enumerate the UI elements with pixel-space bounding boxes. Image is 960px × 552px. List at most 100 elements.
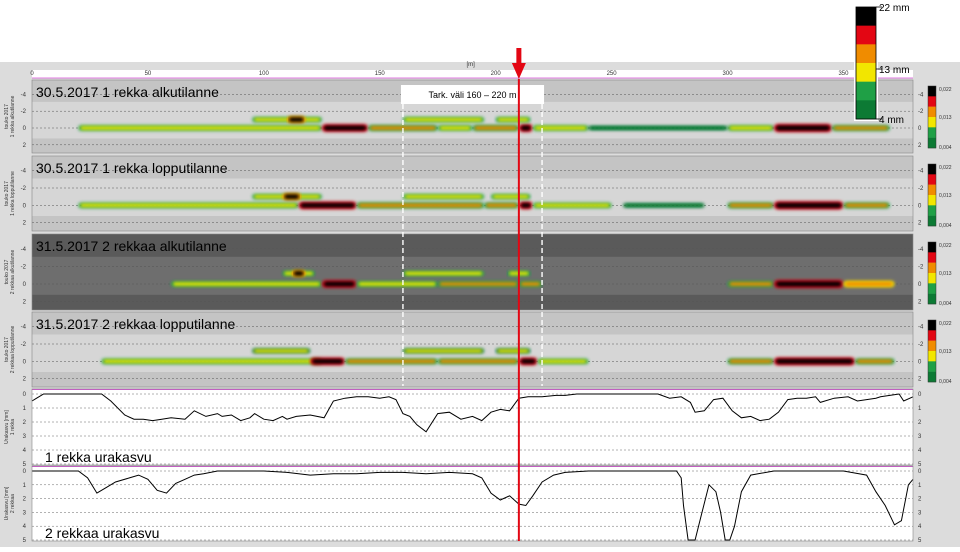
position-arrow-shaft — [516, 48, 522, 64]
colorbar-segment-3 — [928, 351, 936, 362]
heat-core-0-1 — [312, 358, 343, 364]
colorbar-segment-1 — [928, 252, 936, 263]
heat-core-0-4 — [520, 202, 531, 208]
x-tick-label-6: 300 — [723, 71, 734, 77]
heat-core-1-2 — [404, 271, 483, 276]
heat-core-0-1 — [300, 202, 355, 208]
heat-core-0-2 — [346, 359, 436, 364]
x-tick-label-2: 100 — [259, 71, 270, 77]
legend-label-2: 4 mm — [879, 115, 904, 126]
legend-swatch-2 — [856, 44, 876, 64]
colorbar-segment-3 — [928, 117, 936, 128]
colorbar-tick-0: 0,022 — [939, 165, 952, 171]
line-panel-title: 2 rekkaa urakasvu — [45, 525, 159, 541]
colorbar-segment-2 — [928, 262, 936, 274]
heat-core-0-5 — [534, 203, 610, 207]
x-axis-strip — [32, 70, 913, 78]
panel-ytick-0: -4 — [21, 247, 27, 253]
heat-core-0-3 — [486, 203, 517, 208]
legend-swatch-0 — [856, 7, 876, 26]
line-panel-1: 0 01 12 23 34 45 52 rekkaa urakasvuUrakasvu [m… — [4, 465, 922, 544]
panel-ytick-right-1: -2 — [918, 342, 924, 348]
line-panel-background — [32, 466, 913, 541]
colorbar-tick-2: 0,004 — [939, 223, 952, 229]
colorbar-segment-0 — [928, 164, 936, 175]
heat-core-0-7 — [845, 282, 893, 286]
colorbar-segment-4 — [928, 205, 936, 216]
panel-ytick-right-0: -4 — [918, 247, 924, 253]
panel-ytick-right-1: -2 — [918, 186, 924, 192]
colorbar-segment-0 — [928, 86, 936, 97]
colorbar-tick-1: 0,013 — [939, 193, 952, 199]
colorbar-segment-4 — [928, 283, 936, 294]
heat-core-0-5 — [539, 359, 587, 363]
colorbar-segment-1 — [928, 174, 936, 185]
line-ylabel-line2: 1 rekka — [10, 419, 16, 436]
colorbar-segment-5 — [928, 293, 936, 305]
panel-ylabel: 1 rekka alkutilanne — [10, 95, 16, 137]
heatmap-panel-1: -4-20230.5.2017 1 rekka lopputilannetouk… — [4, 155, 952, 232]
colorbar-segment-2 — [928, 106, 936, 118]
legend-label-1: 13 mm — [879, 65, 910, 76]
colorbar-segment-4 — [928, 127, 936, 138]
heat-core-0-4 — [474, 126, 517, 130]
legend-swatch-3 — [856, 63, 876, 82]
panel-title: 30.5.2017 1 rekka alkutilanne — [36, 84, 219, 100]
heatmap-panel-3: -4-20231.5.2017 2 rekkaa lopputilannetou… — [4, 311, 952, 388]
heat-core-0-5 — [520, 125, 531, 131]
line-panel-0: 0 01 12 23 34 45 51 rekka urakasvuUrakasvu [mm… — [4, 388, 922, 468]
colorbar-segment-0 — [928, 320, 936, 331]
heat-core-1-2 — [404, 117, 483, 122]
colorbar-segment-5 — [928, 137, 936, 149]
colorbar-tick-1: 0,013 — [939, 115, 952, 121]
x-tick-label-5: 250 — [607, 71, 618, 77]
heat-core-0-7 — [590, 126, 726, 130]
chart-figure: -4 -2 0 2 30.5.2017 1 rekka alkutilanne touko… — [0, 0, 960, 547]
heat-core-0-0 — [80, 203, 297, 208]
colorbar-segment-5 — [928, 215, 936, 227]
colorbar-segment-0 — [928, 242, 936, 253]
colorbar-tick-1: 0,013 — [939, 349, 952, 355]
line-ylabel-line2: 2 rekkaa — [10, 494, 16, 513]
heat-core-0-7 — [729, 203, 772, 208]
heat-core-0-4 — [520, 282, 541, 286]
heat-core-0-1 — [323, 281, 355, 287]
heat-core-0-6 — [775, 281, 842, 287]
x-tick-label-3: 150 — [375, 71, 386, 77]
panel-ytick-1: -2 — [21, 264, 27, 270]
legend-swatch-1 — [856, 25, 876, 45]
panel-ytick-0: -4 — [21, 92, 27, 98]
heat-core-0-1 — [323, 125, 367, 131]
legend-swatch-5 — [856, 100, 876, 120]
heat-core-0-6 — [625, 204, 703, 207]
panel-ytick-0: -4 — [21, 325, 27, 331]
colorbar-segment-5 — [928, 371, 936, 383]
heat-core-0-7 — [775, 358, 854, 364]
panel-title: 31.5.2017 2 rekkaa alkutilanne — [36, 238, 227, 254]
heat-core-0-3 — [439, 282, 517, 286]
colorbar-tick-2: 0,004 — [939, 145, 952, 151]
heat-core-0-8 — [775, 202, 842, 208]
panel-ylabel: 2 rekkaa alkutilanne — [10, 250, 16, 295]
x-axis-unit: [m] — [467, 62, 476, 68]
panel-ytick-right-1: -2 — [918, 109, 924, 115]
colorbar-tick-0: 0,022 — [939, 87, 952, 93]
colorbar-tick-2: 0,004 — [939, 301, 952, 307]
heat-core-0-0 — [80, 126, 320, 130]
heat-core-1-3 — [497, 117, 529, 122]
colorbar-segment-3 — [928, 273, 936, 284]
panel-ytick-right-1: -2 — [918, 264, 924, 270]
heat-core-0-2 — [358, 203, 483, 208]
colorbar-tick-0: 0,022 — [939, 321, 952, 327]
line-panel-background — [32, 389, 913, 465]
panel-ytick-0: -4 — [21, 169, 27, 175]
heat-core-0-6 — [729, 359, 772, 364]
heat-core-0-5 — [729, 282, 772, 286]
heat-core-1-1 — [284, 194, 299, 199]
colorbar-tick-2: 0,004 — [939, 379, 952, 385]
colorbar-segment-3 — [928, 195, 936, 206]
panel-ytick-1: -2 — [21, 342, 27, 348]
panel-ytick-right-0: -4 — [918, 92, 924, 98]
legend-swatch-4 — [856, 81, 876, 101]
panel-title: 30.5.2017 1 rekka lopputilanne — [36, 160, 228, 176]
